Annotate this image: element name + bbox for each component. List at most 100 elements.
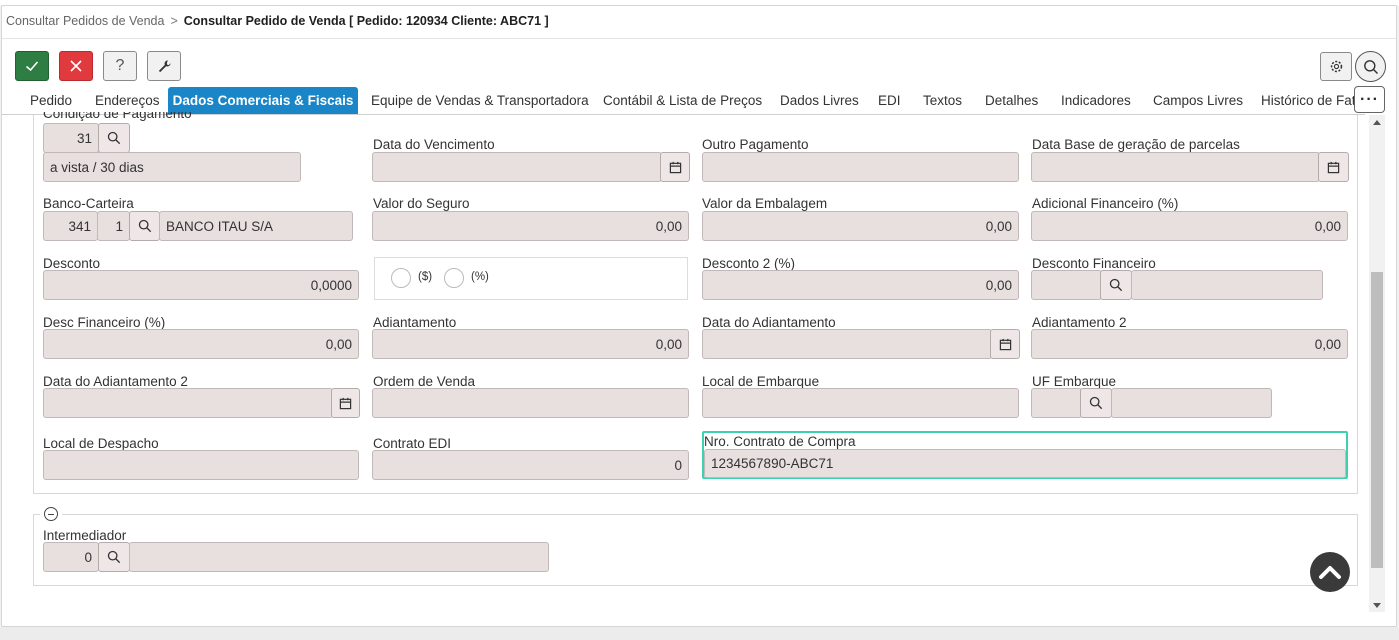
local-despacho-input[interactable]: [43, 450, 359, 480]
banco-name-display: BANCO ITAU S/A: [159, 211, 353, 241]
condicao-pagamento-label: Condição de Pagamento: [43, 112, 192, 121]
search-icon: [107, 550, 121, 564]
banco-search-button[interactable]: [129, 211, 160, 241]
local-embarque-input[interactable]: [702, 388, 1019, 418]
search-icon: [1363, 59, 1378, 74]
help-label: ?: [115, 57, 125, 74]
adicional-financeiro-label: Adicional Financeiro (%): [1032, 196, 1179, 211]
tab-indicadores[interactable]: Indicadores: [1061, 87, 1131, 115]
ordem-venda-input[interactable]: [372, 388, 689, 418]
data-vencimento-label: Data do Vencimento: [373, 137, 495, 152]
desconto2-input[interactable]: 0,00: [702, 270, 1019, 300]
data-adiantamento2-calendar-button[interactable]: [331, 388, 360, 418]
nro-contrato-compra-label: Nro. Contrato de Compra: [704, 434, 856, 449]
desconto-tipo-currency-radio[interactable]: [391, 268, 411, 288]
data-adiantamento-calendar-button[interactable]: [990, 329, 1020, 359]
intermediador-label: Intermediador: [43, 528, 127, 543]
condicao-pagamento-code-input[interactable]: 31: [43, 123, 99, 153]
data-vencimento-input[interactable]: [372, 152, 662, 182]
tools-button[interactable]: [147, 51, 181, 81]
ordem-venda-label: Ordem de Venda: [373, 374, 476, 389]
desconto-financeiro-label: Desconto Financeiro: [1032, 256, 1156, 271]
nro-contrato-compra-input[interactable]: 1234567890-ABC71: [704, 449, 1346, 478]
outro-pagamento-input[interactable]: [702, 152, 1019, 182]
tab-dados-comerciais-fiscais[interactable]: Dados Comerciais & Fiscais: [168, 87, 358, 115]
outro-pagamento-label: Outro Pagamento: [702, 137, 809, 152]
valor-seguro-label: Valor do Seguro: [373, 196, 470, 211]
uf-embarque-search-button[interactable]: [1080, 388, 1112, 418]
wrench-icon: [158, 59, 171, 72]
search-toggle-button[interactable]: [1355, 51, 1386, 82]
search-icon: [1089, 396, 1103, 410]
bottom-strip: [0, 627, 1399, 640]
data-base-parcelas-calendar-button[interactable]: [1318, 152, 1349, 182]
breadcrumb: Consultar Pedidos de Venda > Consultar Ped…: [6, 14, 549, 28]
adiantamento2-label: Adiantamento 2: [1032, 315, 1127, 330]
search-icon: [107, 131, 121, 145]
header-divider: [2, 38, 1396, 39]
data-adiantamento-label: Data do Adiantamento: [702, 315, 836, 330]
scroll-to-top-button[interactable]: [1310, 552, 1350, 592]
tab-historico-faturamento[interactable]: Histórico de Fatu: [1261, 87, 1355, 115]
adiantamento-input[interactable]: 0,00: [372, 329, 689, 359]
data-base-parcelas-input[interactable]: [1031, 152, 1320, 182]
tab-pedido[interactable]: Pedido: [30, 87, 72, 115]
desconto-tipo-radio-group: ($) (%): [374, 257, 688, 300]
adiantamento2-input[interactable]: 0,00: [1031, 329, 1348, 359]
more-icon: ···: [1360, 90, 1379, 108]
calendar-icon: [669, 161, 681, 173]
tab-detalhes[interactable]: Detalhes: [985, 87, 1038, 115]
calendar-icon: [999, 338, 1011, 350]
desconto-label: Desconto: [43, 256, 101, 271]
tab-textos[interactable]: Textos: [923, 87, 962, 115]
scroll-down-arrow[interactable]: [1372, 598, 1382, 608]
tab-enderecos[interactable]: Endereços: [95, 87, 160, 115]
tab-edi[interactable]: EDI: [878, 87, 901, 115]
intermediador-description: [129, 542, 549, 572]
contrato-edi-input[interactable]: 0: [372, 450, 689, 480]
confirm-button[interactable]: [15, 51, 49, 81]
adicional-financeiro-input[interactable]: 0,00: [1031, 211, 1348, 241]
carteira-input[interactable]: 1: [97, 211, 130, 241]
valor-seguro-input[interactable]: 0,00: [372, 211, 689, 241]
desconto-financeiro-search-button[interactable]: [1100, 270, 1132, 300]
condicao-pagamento-label-wrap: Condição de Pagamento: [43, 112, 343, 123]
valor-embalagem-label: Valor da Embalagem: [702, 196, 828, 211]
data-base-parcelas-label: Data Base de geração de parcelas: [1032, 137, 1240, 152]
tab-equipe-vendas-transportadora[interactable]: Equipe de Vendas & Transportadora: [371, 87, 589, 115]
breadcrumb-separator: >: [170, 14, 178, 28]
breadcrumb-parent[interactable]: Consultar Pedidos de Venda: [6, 14, 164, 28]
scrollbar-thumb[interactable]: [1371, 272, 1383, 568]
banco-carteira-label: Banco-Carteira: [43, 196, 134, 211]
desconto-tipo-percent-radio[interactable]: [444, 268, 464, 288]
condicao-pagamento-search-button[interactable]: [98, 123, 130, 153]
desc-financeiro-pct-input[interactable]: 0,00: [43, 329, 359, 359]
gear-icon: [1330, 60, 1342, 73]
desconto-tipo-percent-label: (%): [471, 271, 489, 283]
desconto-input[interactable]: 0,0000: [43, 270, 359, 300]
data-vencimento-calendar-button[interactable]: [660, 152, 690, 182]
desconto-financeiro-code-input[interactable]: [1031, 270, 1102, 300]
settings-button[interactable]: [1320, 52, 1352, 81]
intermediador-search-button[interactable]: [98, 542, 130, 572]
uf-embarque-code-input[interactable]: [1031, 388, 1082, 418]
data-adiantamento2-label: Data do Adiantamento 2: [43, 374, 188, 389]
scroll-up-arrow[interactable]: [1372, 116, 1382, 126]
tab-contabil-lista-precos[interactable]: Contábil & Lista de Preços: [603, 87, 762, 115]
help-button[interactable]: ?: [103, 51, 137, 81]
cancel-button[interactable]: [59, 51, 93, 81]
banco-code-input[interactable]: 341: [43, 211, 98, 241]
more-tabs-button[interactable]: ···: [1354, 86, 1385, 113]
collapse-section-icon[interactable]: [44, 507, 58, 521]
tab-dados-livres[interactable]: Dados Livres: [780, 87, 859, 115]
data-adiantamento-input[interactable]: [702, 329, 992, 359]
data-adiantamento2-input[interactable]: [43, 388, 333, 418]
search-icon: [138, 219, 151, 233]
check-icon: [25, 61, 39, 72]
local-despacho-label: Local de Despacho: [43, 436, 159, 451]
desc-financeiro-pct-label: Desc Financeiro (%): [43, 315, 166, 330]
breadcrumb-current: Consultar Pedido de Venda [ Pedido: 1209…: [183, 14, 549, 28]
intermediador-code-input[interactable]: 0: [43, 542, 99, 572]
tab-campos-livres[interactable]: Campos Livres: [1153, 87, 1243, 115]
valor-embalagem-input[interactable]: 0,00: [702, 211, 1019, 241]
